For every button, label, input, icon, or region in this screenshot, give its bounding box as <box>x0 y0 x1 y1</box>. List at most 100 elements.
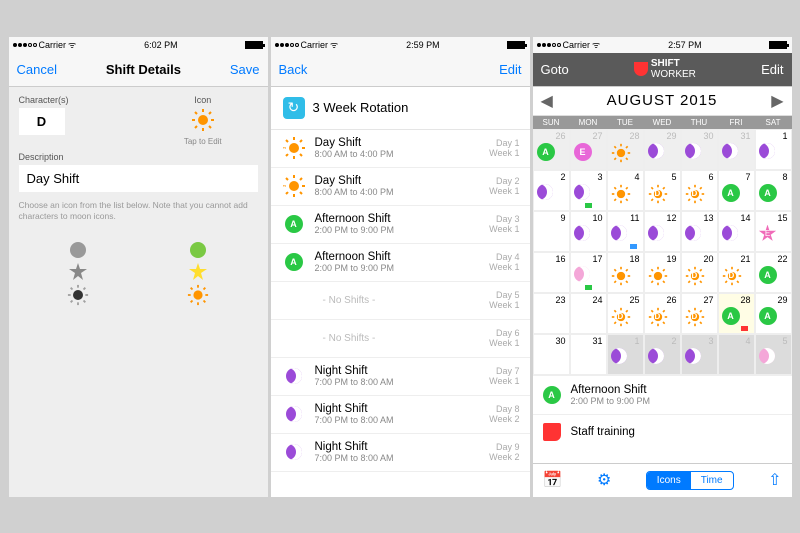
calendar-cell[interactable]: 2 <box>644 334 681 375</box>
calendar-cell[interactable]: 10 <box>570 211 607 252</box>
calendar-cell[interactable]: 6D <box>681 170 718 211</box>
shift-row[interactable]: AAfternoon Shift2:00 PM to 9:00 PMDay 4W… <box>271 244 530 282</box>
moon-pink-icon[interactable] <box>188 308 208 328</box>
shift-badge-a: A <box>543 386 561 404</box>
shift-row[interactable]: - No Shifts -Day 6Week 1 <box>271 320 530 358</box>
calendar-cell[interactable]: 4 <box>718 334 755 375</box>
calendar-cell[interactable]: 21D <box>718 252 755 293</box>
month-title: AUGUST 2015 <box>607 92 718 109</box>
calendar-icon[interactable]: 📅 <box>543 470 563 490</box>
status-bar: Carrierᯤ 2:59 PM <box>271 37 530 53</box>
calendar-cell[interactable]: 4 <box>607 170 644 211</box>
next-month-button[interactable]: ▶ <box>771 91 783 111</box>
tap-to-edit-hint: Tap to Edit <box>148 137 258 146</box>
calendar-cell[interactable]: 3 <box>570 170 607 211</box>
settings-icon[interactable]: ⚙ <box>597 470 611 490</box>
calendar-cell[interactable]: 5 <box>755 334 792 375</box>
description-label: Description <box>19 152 258 162</box>
nav-bar: Goto SHIFTWORKER Edit <box>533 53 792 87</box>
sun-icon[interactable] <box>67 284 89 306</box>
calendar-cell[interactable]: 1 <box>607 334 644 375</box>
shift-row[interactable]: Night Shift7:00 PM to 8:00 AMDay 8Week 2 <box>271 396 530 434</box>
calendar-cell[interactable]: 30 <box>681 129 718 170</box>
calendar-cell[interactable]: 29 <box>644 129 681 170</box>
description-input[interactable]: Day Shift <box>19 165 258 192</box>
page-title: Shift Details <box>106 62 181 77</box>
shift-row[interactable]: Night Shift7:00 PM to 8:00 AMDay 7Week 1 <box>271 358 530 396</box>
characters-input[interactable]: D <box>19 108 65 135</box>
calendar-cell[interactable]: 28 <box>607 129 644 170</box>
calendar-cell[interactable]: 26D <box>644 293 681 334</box>
nav-bar: Cancel Shift Details Save <box>9 53 268 87</box>
view-toggle[interactable]: Icons Time <box>646 471 734 490</box>
calendar-cell[interactable]: 27D <box>681 293 718 334</box>
rotation-header[interactable]: 3 Week Rotation <box>271 87 530 130</box>
calendar-cell[interactable]: 30 <box>533 334 570 375</box>
rotation-icon <box>283 97 305 119</box>
clock: 6:02 PM <box>144 40 178 50</box>
calendar-cell[interactable]: 2 <box>533 170 570 211</box>
app-logo: SHIFTWORKER <box>634 58 696 80</box>
shift-row[interactable]: - No Shifts -Day 5Week 1 <box>271 282 530 320</box>
calendar-cell[interactable]: 12 <box>644 211 681 252</box>
cancel-button[interactable]: Cancel <box>17 62 57 77</box>
calendar-cell[interactable]: 14 <box>718 211 755 252</box>
calendar-cell[interactable]: 9 <box>533 211 570 252</box>
wifi-icon: ᯤ <box>68 38 76 51</box>
calendar-cell[interactable]: 16 <box>533 252 570 293</box>
calendar-cell[interactable]: 7A <box>718 170 755 211</box>
calendar-cell[interactable]: 19 <box>644 252 681 293</box>
selected-shift-detail[interactable]: A Afternoon Shift 2:00 PM to 9:00 PM <box>533 375 792 414</box>
screen-calendar: Carrierᯤ 2:57 PM Goto SHIFTWORKER Edit ◀… <box>533 37 792 497</box>
selected-icon[interactable] <box>191 108 215 132</box>
shift-row[interactable]: AAfternoon Shift2:00 PM to 9:00 PMDay 3W… <box>271 206 530 244</box>
calendar-cell[interactable]: 31 <box>718 129 755 170</box>
note-icon <box>543 423 561 441</box>
calendar-cell[interactable]: 22A <box>755 252 792 293</box>
toolbar: 📅 ⚙ Icons Time ⇧ <box>533 463 792 497</box>
calendar-cell[interactable]: 17 <box>570 252 607 293</box>
calendar-cell[interactable]: 29A <box>755 293 792 334</box>
back-button[interactable]: Back <box>279 62 308 77</box>
calendar-cell[interactable]: 28A <box>718 293 755 334</box>
icons-tab[interactable]: Icons <box>647 472 691 489</box>
shift-row[interactable]: DDay Shift8:00 AM to 4:00 PMDay 2Week 1 <box>271 168 530 206</box>
edit-button[interactable]: Edit <box>761 62 783 77</box>
calendar-cell[interactable]: 25D <box>607 293 644 334</box>
edit-button[interactable]: Edit <box>499 62 521 77</box>
status-bar: Carrierᯤ 2:57 PM <box>533 37 792 53</box>
calendar-cell[interactable]: 24 <box>570 293 607 334</box>
share-icon[interactable]: ⇧ <box>768 470 781 490</box>
icon-picker[interactable] <box>19 240 258 328</box>
goto-button[interactable]: Goto <box>541 62 569 77</box>
star-yellow-icon[interactable] <box>188 262 208 282</box>
circle-icon[interactable] <box>68 240 88 260</box>
moon-icon[interactable] <box>68 308 88 328</box>
calendar-cell[interactable]: 11 <box>607 211 644 252</box>
calendar-cell[interactable]: 3 <box>681 334 718 375</box>
shift-row[interactable]: Night Shift7:00 PM to 8:00 AMDay 9Week 2 <box>271 434 530 472</box>
event-row[interactable]: Staff training <box>533 414 792 449</box>
status-bar: Carrier ᯤ 6:02 PM <box>9 37 268 53</box>
calendar-cell[interactable]: 23 <box>533 293 570 334</box>
star-icon[interactable] <box>68 262 88 282</box>
calendar-cell[interactable]: 20D <box>681 252 718 293</box>
nav-bar: Back Edit <box>271 53 530 87</box>
shift-row[interactable]: DDay Shift8:00 AM to 4:00 PMDay 1Week 1 <box>271 130 530 168</box>
sun-orange-icon[interactable] <box>187 284 209 306</box>
circle-green-icon[interactable] <box>188 240 208 260</box>
calendar-cell[interactable]: 31 <box>570 334 607 375</box>
calendar-cell[interactable]: 27E <box>570 129 607 170</box>
time-tab[interactable]: Time <box>691 472 733 489</box>
calendar-cell[interactable]: 8A <box>755 170 792 211</box>
help-text: Choose an icon from the list below. Note… <box>19 200 258 222</box>
calendar-cell[interactable]: 13 <box>681 211 718 252</box>
calendar-cell[interactable]: 15E <box>755 211 792 252</box>
calendar-cell[interactable]: 18 <box>607 252 644 293</box>
calendar-cell[interactable]: 5D <box>644 170 681 211</box>
calendar-cell[interactable]: 1 <box>755 129 792 170</box>
prev-month-button[interactable]: ◀ <box>541 91 553 111</box>
calendar-cell[interactable]: 26A <box>533 129 570 170</box>
screen-shift-details: Carrier ᯤ 6:02 PM Cancel Shift Details S… <box>9 37 268 497</box>
save-button[interactable]: Save <box>230 62 260 77</box>
